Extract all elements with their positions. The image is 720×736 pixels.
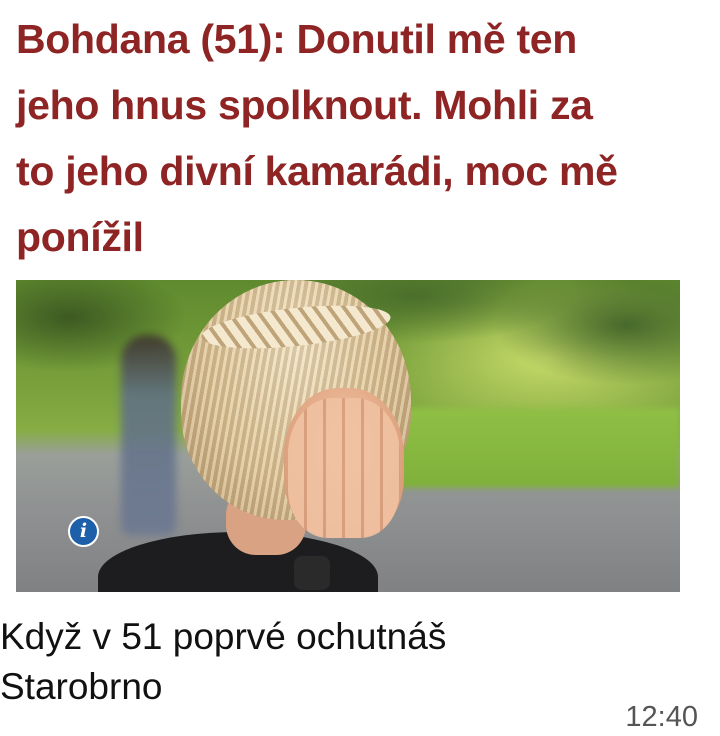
photo-background-lawn bbox=[370, 408, 680, 488]
message-caption: Když v 51 poprvé ochutnáš Starobrno bbox=[0, 612, 600, 712]
photo-wristwatch bbox=[294, 556, 330, 590]
headline-line: to jeho divní kamarádi, moc mě bbox=[16, 148, 618, 194]
photo-background-person bbox=[121, 335, 176, 535]
article-headline[interactable]: Bohdana (51): Donutil mě ten jeho hnus s… bbox=[16, 6, 706, 270]
headline-line: Bohdana (51): Donutil mě ten bbox=[16, 16, 578, 62]
headline-line: jeho hnus spolknout. Mohli za bbox=[16, 82, 593, 128]
message-timestamp: 12:40 bbox=[625, 701, 698, 733]
article-photo[interactable]: i bbox=[16, 280, 680, 592]
photo-hands-covering-face bbox=[288, 398, 400, 538]
caption-line: Když v 51 poprvé ochutnáš bbox=[0, 616, 447, 657]
headline-line: ponížil bbox=[16, 214, 144, 260]
caption-line: Starobrno bbox=[0, 666, 163, 707]
info-icon[interactable]: i bbox=[68, 516, 99, 547]
